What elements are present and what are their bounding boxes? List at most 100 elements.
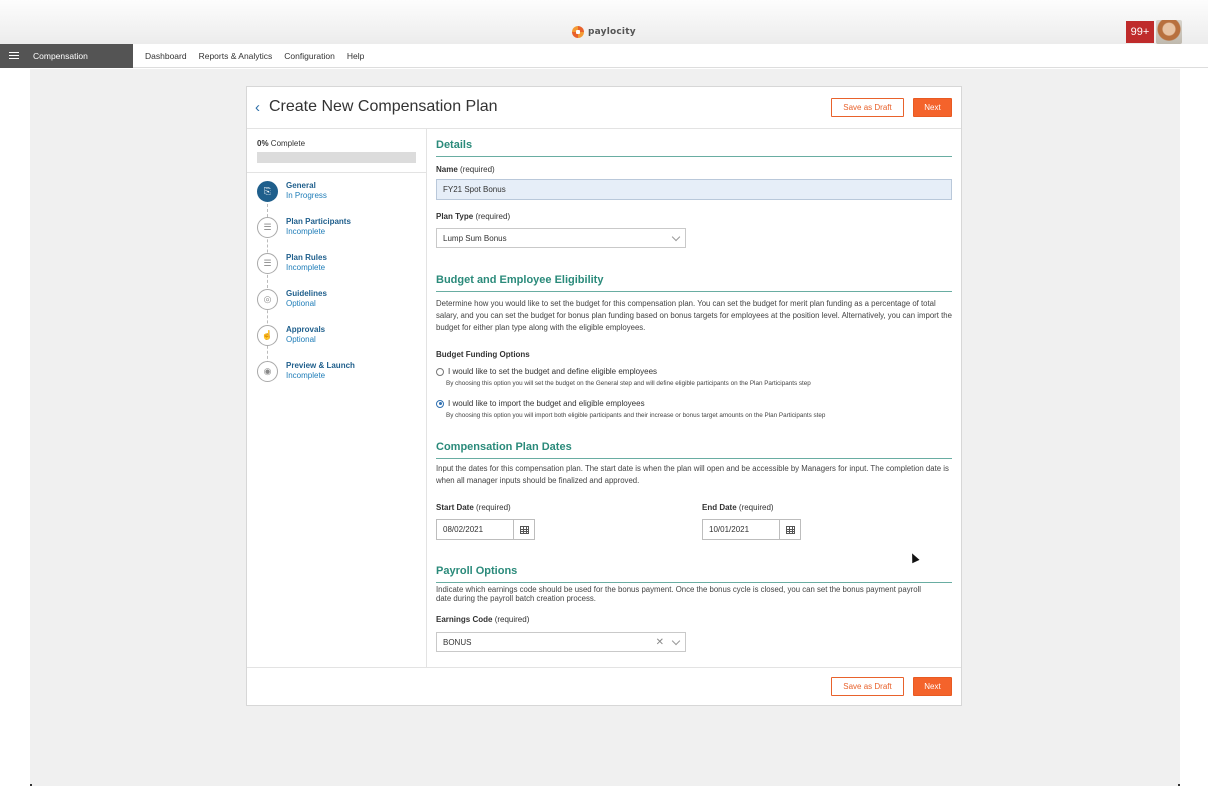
start-date-value: 08/02/2021 [443,525,484,534]
chevron-down-icon [671,232,681,242]
avatar[interactable] [1156,20,1182,44]
step-approvals[interactable]: ☝ Approvals Optional [257,325,422,353]
divider [247,172,427,173]
step-guidelines[interactable]: ◎ Guidelines Optional [257,289,422,317]
nav-link-configuration[interactable]: Configuration [284,51,335,61]
radio-label: I would like to set the budget and defin… [448,367,658,376]
required-text: (required) [475,212,511,221]
hamburger-icon [9,52,19,59]
nav-link-help[interactable]: Help [347,51,364,61]
paylocity-logo[interactable]: paylocity [572,24,636,40]
section-divider [436,458,952,459]
calendar-icon [519,525,529,534]
section-divider [436,291,952,292]
section-title-details: Details [436,139,473,151]
step-plan-participants[interactable]: ☰ Plan Participants Incomplete [257,217,422,245]
plan-type-select[interactable]: Lump Sum Bonus [436,228,686,248]
step-name: General [286,181,316,190]
next-button-top[interactable]: Next [913,98,952,117]
corner-mark [1178,784,1180,786]
name-label-text: Name [436,165,458,174]
radio-label: I would like to import the budget and el… [448,399,645,408]
save-draft-button-bottom[interactable]: Save as Draft [831,677,904,696]
top-bar: paylocity 99+ [0,0,1208,44]
step-preview-launch[interactable]: ◉ Preview & Launch Incomplete [257,361,422,389]
footer-divider [247,667,961,668]
start-date-input[interactable]: 08/02/2021 [436,519,535,540]
section-title-dates: Compensation Plan Dates [436,441,572,453]
plan-card: ‹ Create New Compensation Plan Save as D… [246,86,962,706]
required-text: (required) [738,503,774,512]
app-menu-label: Compensation [33,51,88,61]
end-date-label-text: End Date [702,503,737,512]
name-label: Name (required) [436,165,495,174]
section-title-budget: Budget and Employee Eligibility [436,274,604,286]
plan-name-input[interactable]: FY21 Spot Bonus [436,179,952,200]
budget-options-label: Budget Funding Options [436,350,530,359]
nav-link-dashboard[interactable]: Dashboard [145,51,187,61]
notifications-badge[interactable]: 99+ [1126,21,1154,43]
end-date-label: End Date (required) [702,503,774,512]
step-status: Incomplete [286,371,326,380]
radio-button[interactable] [436,399,444,408]
section-divider [436,156,952,157]
plan-type-label-text: Plan Type [436,212,474,221]
step-status: Incomplete [286,263,326,272]
next-button-bottom[interactable]: Next [913,677,952,696]
progress-suffix: Complete [268,139,306,148]
plan-type-label: Plan Type (required) [436,212,510,221]
logo-text: paylocity [588,27,636,37]
eye-icon: ◉ [257,361,278,382]
section-title-payroll: Payroll Options [436,565,518,577]
start-date-label-text: Start Date [436,503,474,512]
earnings-code-select[interactable]: BONUS ✕ [436,632,686,652]
back-chevron-icon[interactable]: ‹ [255,99,260,116]
app-menu-button[interactable]: Compensation [0,44,133,68]
thumbs-up-icon: ☝ [257,325,278,346]
step-name: Plan Participants [286,217,351,226]
step-plan-rules[interactable]: ☰ Plan Rules Incomplete [257,253,422,281]
paylocity-logo-icon [572,26,584,38]
budget-option-set[interactable]: I would like to set the budget and defin… [436,367,657,376]
step-general[interactable]: ⎘ General In Progress [257,181,422,209]
radio-description: By choosing this option you will import … [446,412,826,419]
earnings-code-value: BONUS [443,637,472,647]
step-status: Optional [286,335,316,344]
payroll-description: Indicate which earnings code should be u… [436,585,922,603]
chevron-down-icon [671,636,681,646]
progress-percent: 0% [257,139,269,148]
section-divider [436,582,952,583]
radio-button[interactable] [436,367,444,376]
step-status: Incomplete [286,227,326,236]
nav-link-reports[interactable]: Reports & Analytics [199,51,273,61]
end-date-input[interactable]: 10/01/2021 [702,519,801,540]
step-name: Preview & Launch [286,361,355,370]
checklist-icon: ☰ [257,217,278,238]
earnings-code-label-text: Earnings Code [436,615,493,624]
form-panel: Details Name (required) FY21 Spot Bonus … [427,129,961,667]
progress-bar [257,152,416,163]
page-title: Create New Compensation Plan [269,98,498,115]
progress-label: 0% Complete [257,139,305,148]
card-header: ‹ Create New Compensation Plan Save as D… [247,87,961,129]
step-status: Optional [286,299,316,308]
step-name: Guidelines [286,289,327,298]
clear-icon[interactable]: ✕ [656,637,664,648]
end-date-value: 10/01/2021 [709,525,750,534]
main-nav: Compensation Dashboard Reports & Analyti… [0,44,1208,68]
budget-description: Determine how you would like to set the … [436,299,952,332]
required-text: (required) [476,503,511,512]
corner-mark [30,784,32,786]
calendar-button[interactable] [513,520,534,539]
earnings-code-label: Earnings Code (required) [436,615,529,624]
checklist-icon: ☰ [257,253,278,274]
step-name: Approvals [286,325,326,334]
budget-option-import[interactable]: I would like to import the budget and el… [436,399,645,408]
save-draft-button-top[interactable]: Save as Draft [831,98,904,117]
calendar-button[interactable] [779,520,800,539]
step-status: In Progress [286,191,327,200]
calendar-icon [785,525,795,534]
required-text: (required) [460,165,495,174]
required-text: (required) [494,615,530,624]
dates-description: Input the dates for this compensation pl… [436,464,949,485]
